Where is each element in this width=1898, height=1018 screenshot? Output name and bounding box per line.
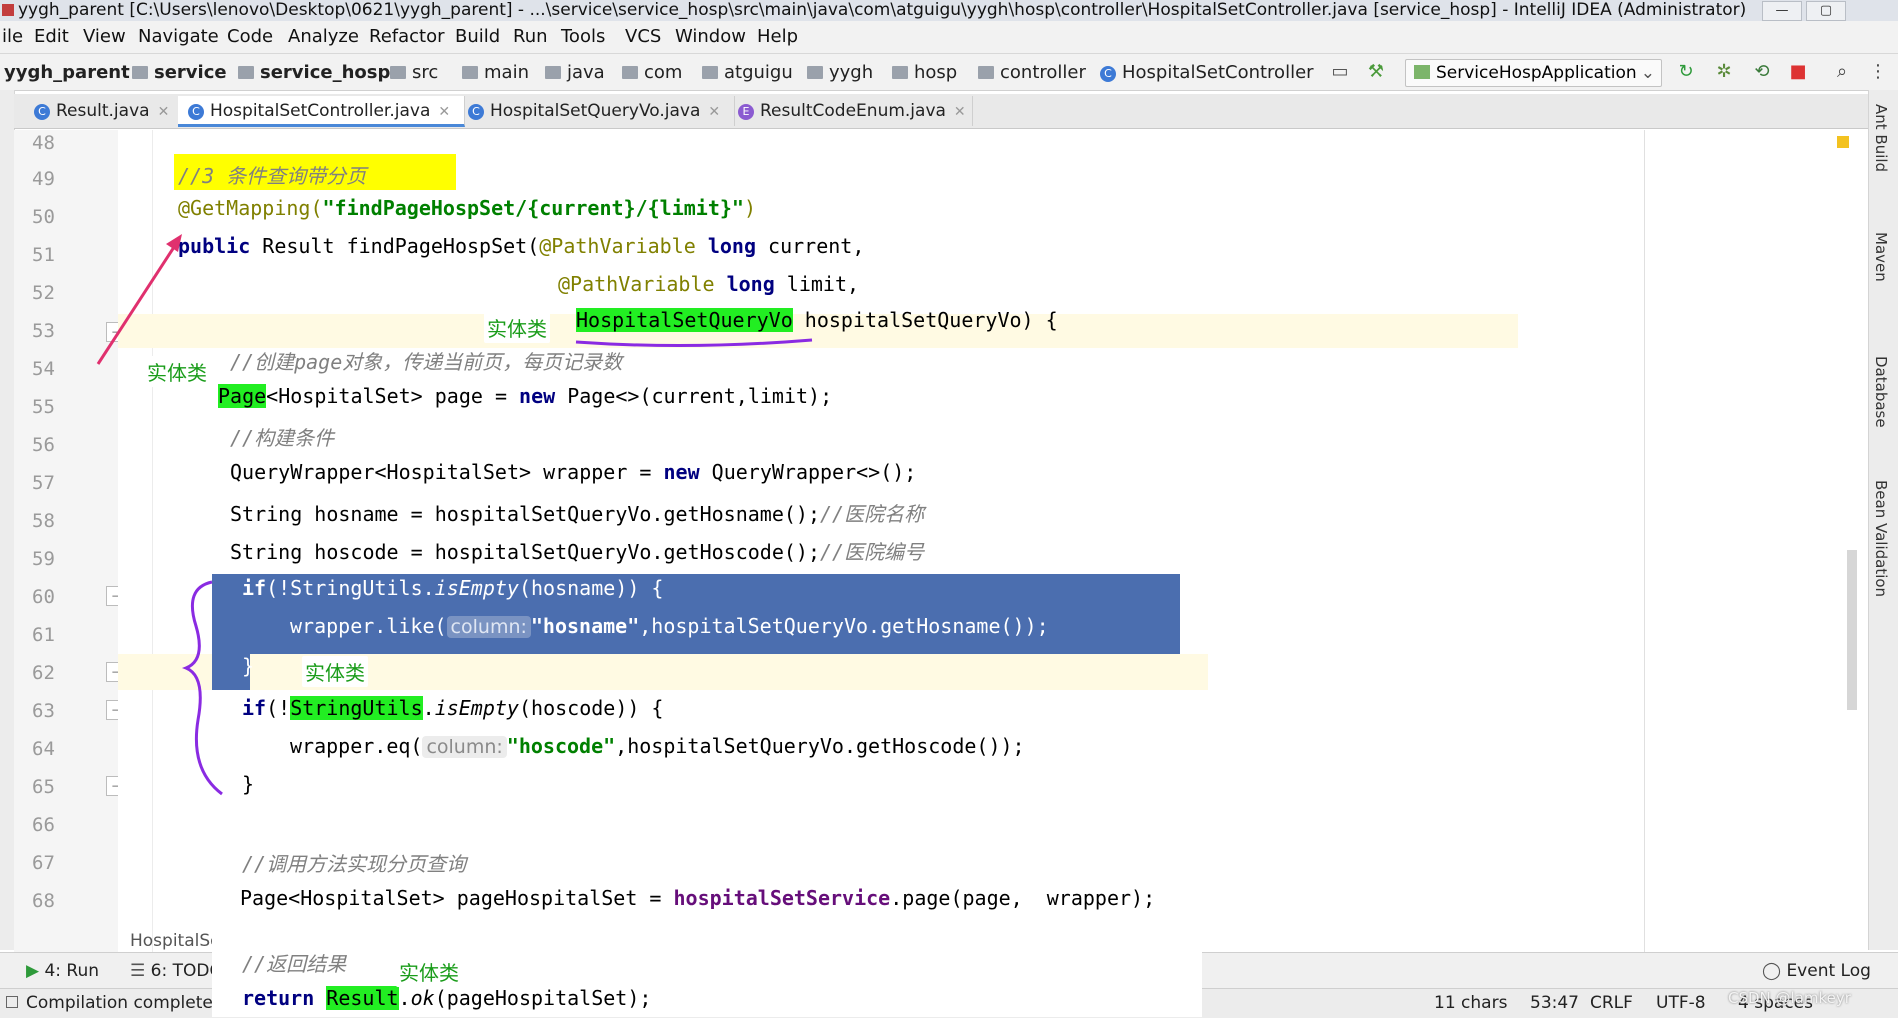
annotation-brace [181,580,223,796]
pen-annotations [96,234,813,796]
annotation-underline [575,338,813,348]
arrow-head-icon [166,234,182,252]
annotation-arrow [96,243,178,365]
